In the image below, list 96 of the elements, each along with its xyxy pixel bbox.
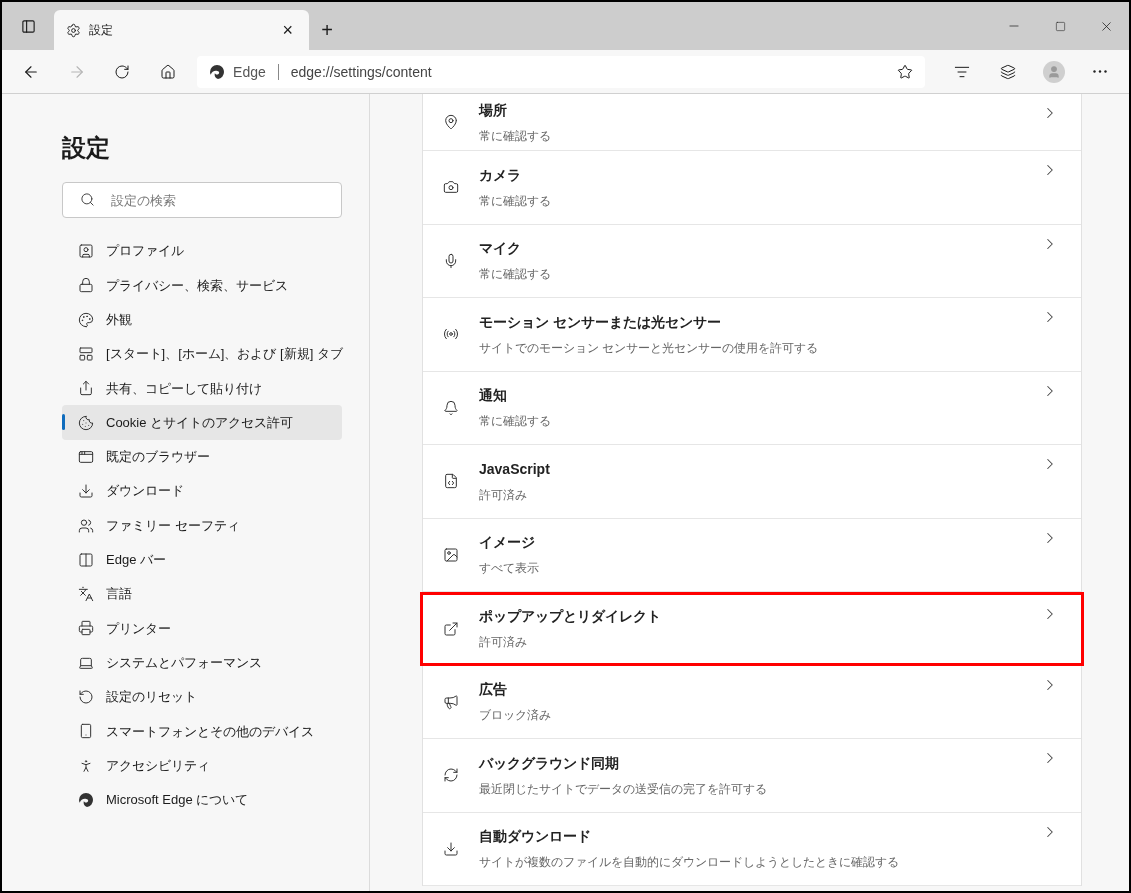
profile-icon — [78, 243, 94, 260]
language-icon — [78, 586, 94, 603]
sidebar-item[interactable]: Microsoft Edge について — [62, 782, 342, 818]
sidebar-item[interactable]: プロファイル — [62, 234, 342, 269]
permission-status: ブロック済み — [479, 707, 552, 725]
permission-row[interactable]: イメージ すべて表示 — [423, 518, 1081, 592]
tab-title: 設定 — [89, 22, 114, 38]
permission-row[interactable]: 通知 常に確認する — [423, 371, 1081, 445]
more-icon — [1093, 70, 1107, 73]
close-tab-button[interactable]: × — [278, 21, 297, 39]
permission-row[interactable]: 場所 常に確認する — [423, 94, 1081, 151]
permission-title: ポップアップとリダイレクト — [479, 607, 662, 627]
microphone-icon — [443, 252, 459, 269]
sidebar-item[interactable]: 既定のブラウザー — [62, 439, 342, 475]
settings-icon — [66, 22, 81, 38]
people-icon — [78, 517, 94, 534]
new-tab-button[interactable]: + — [309, 10, 345, 50]
permission-title: イメージ — [479, 533, 536, 553]
share-icon — [78, 380, 94, 397]
sidebar-item[interactable]: システムとパフォーマンス — [62, 645, 342, 680]
image-icon — [443, 546, 459, 563]
megaphone-icon — [443, 693, 459, 710]
download-icon — [443, 840, 459, 857]
sidebar-item[interactable]: ファミリー セーフティ — [62, 508, 342, 543]
permission-title: カメラ — [479, 165, 522, 185]
sidebar-item[interactable]: ダウンロード — [62, 474, 342, 509]
camera-icon — [443, 179, 459, 196]
tab-actions-icon[interactable] — [20, 18, 36, 34]
browser-tab[interactable]: 設定 × — [54, 10, 309, 50]
permission-status: 許可済み — [479, 634, 528, 652]
person-icon — [78, 757, 94, 774]
sidebar-item[interactable]: プリンター — [62, 611, 342, 646]
edge-logo-icon — [78, 791, 94, 808]
permission-status: サイトが複数のファイルを自動的にダウンロードしようとしたときに確認する — [479, 854, 900, 872]
sidebar-item[interactable]: Edge バー — [62, 542, 342, 577]
sidebar-item[interactable]: 言語 — [62, 576, 342, 612]
permission-row[interactable]: カメラ 常に確認する — [423, 151, 1081, 225]
add-favorite-icon[interactable] — [897, 63, 913, 80]
site-label: Edge — [233, 62, 266, 82]
lock-icon — [78, 277, 94, 294]
sidebar-item[interactable]: スマートフォンとその他のデバイス — [62, 714, 342, 749]
download-icon — [78, 483, 94, 500]
columns-icon — [78, 551, 94, 568]
sidebar-item[interactable]: 設定のリセット — [62, 679, 342, 715]
collections-icon — [1000, 63, 1016, 80]
permission-row[interactable]: モーション センサーまたは光センサー サイトでのモーション センサーと光センサーの使用を許可する — [423, 298, 1081, 372]
permission-status: 常に確認する — [479, 266, 552, 284]
external-link-icon — [443, 620, 459, 637]
permission-row[interactable]: JavaScript 許可済み — [423, 445, 1081, 519]
permission-status: 許可済み — [479, 486, 528, 504]
reset-icon — [78, 689, 94, 705]
sidebar-item[interactable]: 外観 — [62, 302, 342, 337]
cookie-icon — [78, 414, 94, 431]
sidebar-item[interactable]: Cookie とサイトのアクセス許可 — [62, 405, 342, 440]
permission-status: 常に確認する — [479, 192, 552, 210]
settings-title: 設定 — [62, 133, 111, 163]
sidebar-item[interactable]: プライバシー、検索、サービス — [62, 268, 342, 303]
permission-row[interactable]: 自動ダウンロード サイトが複数のファイルを自動的にダウンロードしようとしたときに確認する — [423, 812, 1081, 886]
address-bar[interactable]: Edge edge://settings/content — [197, 55, 925, 88]
permission-title: JavaScript — [479, 459, 551, 479]
location-pin-icon — [443, 114, 459, 130]
sync-icon — [443, 767, 459, 784]
tab-layout-icon — [78, 346, 94, 363]
permission-title: 自動ダウンロード — [479, 827, 592, 847]
refresh-icon — [114, 63, 131, 80]
maximize-icon — [1054, 20, 1066, 32]
palette-icon — [78, 311, 94, 328]
sidebar-item[interactable]: [スタート]、[ホーム]、および [新規] タブ — [62, 336, 351, 372]
code-file-icon — [443, 473, 459, 490]
permission-status: 最近閉じたサイトでデータの送受信の完了を許可する — [479, 780, 768, 798]
search-field[interactable]: 設定の検索 — [62, 182, 342, 218]
url-text: edge://settings/content — [290, 62, 433, 82]
permission-title: バックグラウンド同期 — [479, 753, 620, 773]
search-icon — [80, 192, 95, 207]
permission-title: マイク — [479, 239, 522, 259]
permission-status: 常に確認する — [479, 413, 552, 431]
permission-row[interactable]: バックグラウンド同期 最近閉じたサイトでデータの送受信の完了を許可する — [423, 739, 1081, 813]
permission-row[interactable]: 広告 ブロック済み — [423, 665, 1081, 739]
permission-status: 常に確認する — [479, 127, 552, 145]
bell-icon — [443, 399, 459, 416]
permission-title: 通知 — [479, 386, 508, 406]
permission-status: すべて表示 — [479, 560, 540, 578]
permission-row[interactable]: ポップアップとリダイレクト 許可済み — [420, 592, 1084, 666]
permission-title: 場所 — [479, 100, 508, 120]
edge-logo-icon — [209, 63, 226, 80]
permission-status: サイトでのモーション センサーと光センサーの使用を許可する — [479, 339, 820, 357]
sidebar-item[interactable]: 共有、コピーして貼り付け — [62, 371, 342, 406]
home-icon — [160, 63, 177, 80]
browser-window-icon — [78, 448, 94, 465]
avatar-icon — [1043, 60, 1065, 83]
permission-row[interactable]: マイク 常に確認する — [423, 224, 1081, 298]
smartphone-icon — [78, 723, 94, 740]
permission-title: 広告 — [479, 680, 508, 700]
permission-title: モーション センサーまたは光センサー — [479, 312, 722, 332]
printer-icon — [78, 620, 94, 637]
sidebar-item[interactable]: アクセシビリティ — [62, 748, 342, 783]
